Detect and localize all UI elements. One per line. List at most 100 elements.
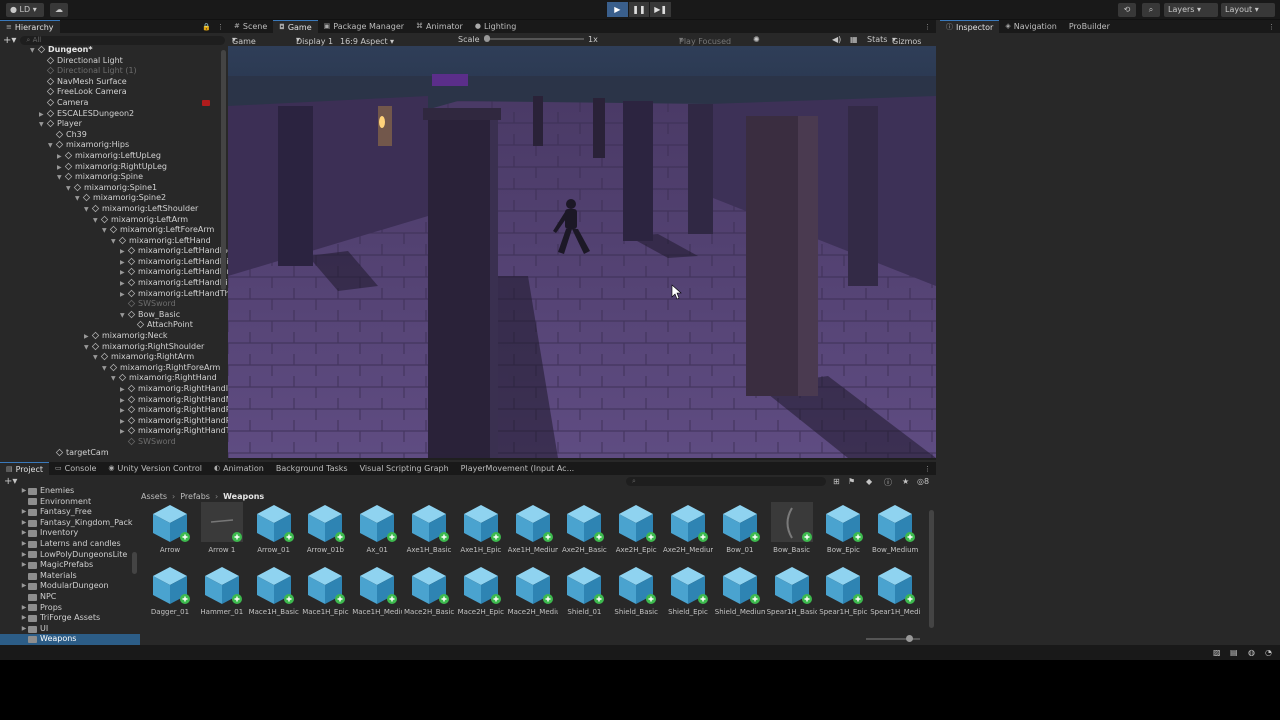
folder-item[interactable]: Materials	[0, 571, 140, 582]
hierarchy-item[interactable]: ▶ mixamorig:RightHandMiddle1	[0, 395, 228, 406]
info-icon[interactable]: ⓘ	[884, 477, 892, 488]
game-viewport[interactable]	[228, 46, 936, 458]
cache-icon[interactable]: ▨	[1213, 648, 1221, 657]
asset-item[interactable]: Axe1H_Medium	[508, 502, 558, 560]
asset-item[interactable]: Shield_Epic	[663, 564, 713, 622]
expanded-arrow-icon[interactable]: ▼	[102, 226, 110, 236]
hierarchy-item[interactable]: ▼ mixamorig:Hips	[0, 140, 228, 151]
folder-item[interactable]: ▶ Props	[0, 603, 140, 614]
collapsed-arrow-icon[interactable]: ▶	[20, 528, 28, 539]
collapsed-arrow-icon[interactable]: ▶	[120, 427, 128, 437]
expanded-arrow-icon[interactable]: ▼	[93, 216, 101, 226]
hierarchy-item[interactable]: ▼ mixamorig:LeftArm	[0, 215, 228, 226]
hierarchy-item[interactable]: ▶ mixamorig:RightHandPinky1	[0, 405, 228, 416]
scale-slider-handle[interactable]	[484, 35, 490, 42]
asset-item[interactable]: Axe1H_Epic	[456, 502, 506, 560]
collapsed-arrow-icon[interactable]: ▶	[39, 110, 47, 120]
frame-icon[interactable]: ▦	[850, 35, 858, 44]
folder-item[interactable]: ▶ Laterns and candles	[0, 539, 140, 550]
folder-item[interactable]: ▶ ModularDungeon	[0, 581, 140, 592]
hierarchy-item[interactable]: targetCam	[0, 448, 228, 459]
asset-item[interactable]: Axe2H_Medium	[663, 502, 713, 560]
collapsed-arrow-icon[interactable]: ▶	[120, 290, 128, 300]
asset-item[interactable]: Shield_Basic	[611, 564, 661, 622]
expanded-arrow-icon[interactable]: ▼	[66, 184, 74, 194]
folder-item[interactable]: ▶ Fantasy_Free	[0, 507, 140, 518]
hierarchy-item[interactable]: ▼ mixamorig:Spine	[0, 172, 228, 183]
hierarchy-item[interactable]: ▼ mixamorig:RightHand	[0, 373, 228, 384]
tab-inspector[interactable]: ⓘ Inspector	[940, 20, 1000, 33]
asset-item[interactable]: Spear1H_Medium	[870, 564, 920, 622]
asset-item[interactable]: Spear1H_Epic	[818, 564, 868, 622]
asset-item[interactable]: Arrow 1	[197, 502, 247, 560]
collapsed-arrow-icon[interactable]: ▶	[120, 247, 128, 257]
hierarchy-scrollbar[interactable]	[221, 50, 226, 290]
hierarchy-item[interactable]: ▶ mixamorig:RightHandThumb1	[0, 426, 228, 437]
kebab-menu-icon[interactable]: ⋮	[217, 23, 224, 31]
collapsed-arrow-icon[interactable]: ▶	[57, 163, 65, 173]
cloud-icon[interactable]: ☁	[50, 3, 68, 17]
tab-background-tasks[interactable]: Background Tasks	[270, 462, 354, 475]
tab-animation[interactable]: ◐ Animation	[208, 462, 270, 475]
folder-scrollbar[interactable]	[132, 552, 137, 574]
hierarchy-item[interactable]: ▼ mixamorig:Spine2	[0, 193, 228, 204]
play-icon[interactable]: ▶	[607, 2, 628, 17]
collapsed-arrow-icon[interactable]: ▶	[20, 550, 28, 561]
hierarchy-item[interactable]: ▼ mixamorig:RightArm	[0, 352, 228, 363]
hierarchy-item[interactable]: ▼ mixamorig:RightShoulder	[0, 342, 228, 353]
tab-scene[interactable]: # Scene	[228, 20, 273, 33]
asset-scrollbar[interactable]	[929, 510, 934, 628]
hierarchy-item[interactable]: Directional Light (1)	[0, 66, 228, 77]
collapsed-arrow-icon[interactable]: ▶	[120, 417, 128, 427]
expanded-arrow-icon[interactable]: ▼	[102, 364, 110, 374]
expanded-arrow-icon[interactable]: ▼	[75, 194, 83, 204]
asset-item[interactable]: Mace1H_Epic	[300, 564, 350, 622]
collapsed-arrow-icon[interactable]: ▶	[120, 279, 128, 289]
collapsed-arrow-icon[interactable]: ▶	[20, 507, 28, 518]
tab-package-manager[interactable]: ▣ Package Manager	[318, 20, 410, 33]
asset-item[interactable]: Mace1H_Basic	[249, 564, 299, 622]
expanded-arrow-icon[interactable]: ▼	[93, 353, 101, 363]
search-icon[interactable]: ⌕	[1142, 3, 1160, 17]
asset-item[interactable]: Hammer_01	[197, 564, 247, 622]
expanded-arrow-icon[interactable]: ▼	[57, 173, 65, 183]
favorite-icon[interactable]: ★	[902, 477, 909, 486]
hierarchy-item[interactable]: ▼ Dungeon*	[0, 45, 228, 56]
collapsed-arrow-icon[interactable]: ▶	[120, 268, 128, 278]
cache-server-icon[interactable]: ▤	[1230, 648, 1238, 657]
scale-slider[interactable]	[484, 38, 584, 40]
gizmos-dropdown[interactable]: Gizmos ▾	[892, 35, 921, 46]
collapsed-arrow-icon[interactable]: ▶	[20, 624, 28, 635]
folder-item[interactable]: ▶ Fantasy_Kingdom_Pack	[0, 518, 140, 529]
tab-hierarchy[interactable]: ≡ Hierarchy	[0, 20, 60, 33]
bug-icon[interactable]: ✺	[753, 35, 760, 44]
progress-icon[interactable]: ◍	[1248, 648, 1255, 657]
collapsed-arrow-icon[interactable]: ▶	[20, 539, 28, 550]
tab-visual-scripting-graph[interactable]: Visual Scripting Graph	[354, 462, 455, 475]
hierarchy-item[interactable]: ▼ mixamorig:LeftForeArm	[0, 225, 228, 236]
hierarchy-item[interactable]: ▶ mixamorig:LeftHandThumb1	[0, 289, 228, 300]
breadcrumb-weapons[interactable]: Weapons	[223, 492, 264, 501]
asset-item[interactable]: Arrow_01	[249, 502, 299, 560]
breadcrumb-assets[interactable]: Assets	[141, 492, 167, 501]
asset-item[interactable]: Bow_Basic	[767, 502, 817, 560]
asset-item[interactable]: Arrow	[145, 502, 195, 560]
expanded-arrow-icon[interactable]: ▼	[111, 237, 119, 247]
collapsed-arrow-icon[interactable]: ▶	[20, 581, 28, 592]
collapsed-arrow-icon[interactable]: ▶	[20, 518, 28, 529]
hierarchy-item[interactable]: Directional Light	[0, 56, 228, 67]
expanded-arrow-icon[interactable]: ▼	[120, 311, 128, 321]
zoom-slider-handle[interactable]	[906, 635, 913, 642]
folder-item[interactable]: ▶ Enemies	[0, 486, 140, 497]
hierarchy-item[interactable]: ▼ mixamorig:LeftShoulder	[0, 204, 228, 215]
project-search-input[interactable]: ⌕	[626, 477, 826, 486]
hidden-count-icon[interactable]: ◎8	[917, 477, 929, 486]
collapsed-arrow-icon[interactable]: ▶	[120, 258, 128, 268]
hierarchy-item[interactable]: ▶ mixamorig:RightUpLeg	[0, 162, 228, 173]
tab-probuilder[interactable]: ProBuilder	[1063, 20, 1116, 33]
folder-item[interactable]: ▶ Inventory	[0, 528, 140, 539]
kebab-menu-icon[interactable]: ⋮	[924, 23, 931, 31]
filter-type-icon[interactable]: ⊞	[833, 477, 840, 486]
expanded-arrow-icon[interactable]: ▼	[48, 141, 56, 151]
filter-label-icon[interactable]: ⚑	[848, 477, 855, 486]
